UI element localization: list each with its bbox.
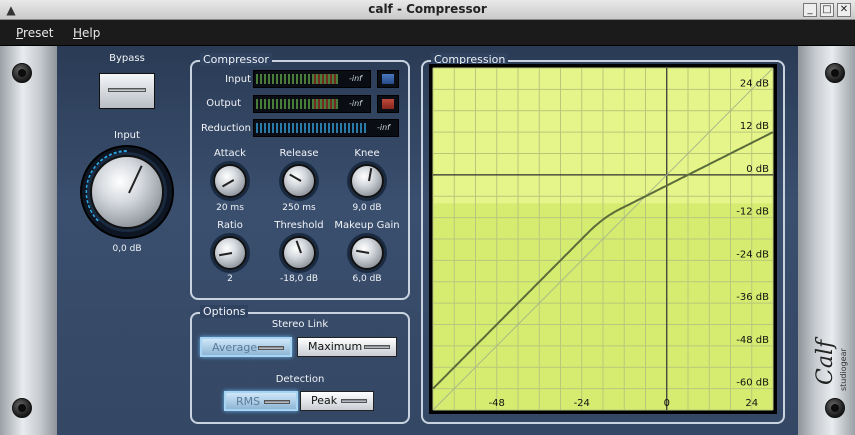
y-tick-label: -12 dB xyxy=(736,207,769,218)
meter-reduction-label: Reduction xyxy=(201,123,251,134)
bypass-label: Bypass xyxy=(109,53,145,64)
input-meter: -inf xyxy=(253,70,371,88)
makeup-gain-value: 6,0 dB xyxy=(352,274,382,284)
screw-icon xyxy=(12,63,32,83)
input-knob[interactable] xyxy=(90,155,164,229)
input-clip-led xyxy=(377,70,399,88)
reduction-meter-value: -inf xyxy=(377,123,390,132)
reduction-meter: -inf xyxy=(253,119,399,137)
detection-label: Detection xyxy=(275,374,325,385)
stereo-link-average-button[interactable]: Average xyxy=(200,337,292,357)
rack-ear-left xyxy=(0,46,57,435)
stereo-link-maximum-button[interactable]: Maximum xyxy=(297,337,397,357)
meter-input-label: Input xyxy=(225,74,251,85)
toggle-line-icon xyxy=(108,88,146,92)
window-title: calf - Compressor xyxy=(368,2,487,16)
y-tick-label: -36 dB xyxy=(736,292,769,303)
stereo-link-average-label: Average xyxy=(212,341,258,354)
threshold-value: -18,0 dB xyxy=(279,274,319,284)
input-knob-label: Input xyxy=(114,130,140,141)
x-tick-label: -48 xyxy=(489,398,505,409)
menu-preset[interactable]: Preset xyxy=(16,26,53,40)
screw-icon xyxy=(825,398,845,418)
attack-label: Attack xyxy=(214,148,246,159)
makeup-gain-knob[interactable] xyxy=(350,236,384,270)
output-meter: -inf xyxy=(253,95,371,113)
toggle-grip-icon xyxy=(341,399,367,403)
menu-bar: Preset Help xyxy=(0,20,855,46)
release-label: Release xyxy=(279,148,319,159)
output-meter-value: -inf xyxy=(349,99,362,108)
x-tick-label: -24 xyxy=(574,398,590,409)
calf-logo: Calf studiogear xyxy=(813,336,848,391)
makeup-gain-label: Makeup Gain xyxy=(334,220,400,231)
release-value: 250 ms xyxy=(282,203,316,213)
y-tick-label: 24 dB xyxy=(740,78,769,89)
x-tick-label: 0 xyxy=(664,398,670,409)
bypass-button[interactable] xyxy=(99,73,155,109)
knee-label: Knee xyxy=(354,148,380,159)
toggle-grip-icon xyxy=(364,345,390,349)
knee-knob[interactable] xyxy=(350,164,384,198)
ratio-label: Ratio xyxy=(217,220,243,231)
close-button[interactable]: ✕ xyxy=(837,3,851,17)
options-group-title: Options xyxy=(200,305,249,318)
input-knob-value: 0,0 dB xyxy=(112,244,142,254)
threshold-knob[interactable] xyxy=(282,236,316,270)
window-controls: _ □ ✕ xyxy=(803,3,851,17)
minimize-button[interactable]: _ xyxy=(803,3,817,17)
detection-rms-label: RMS xyxy=(236,395,261,408)
screw-icon xyxy=(825,63,845,83)
y-tick-label: 0 dB xyxy=(746,164,769,175)
compression-graph[interactable]: 24 dB 12 dB 0 dB -12 dB -24 dB -36 dB -48 dB -6… xyxy=(429,64,777,414)
attack-knob[interactable] xyxy=(213,164,247,198)
toggle-grip-icon xyxy=(264,400,290,404)
stereo-link-label: Stereo Link xyxy=(271,319,329,330)
toggle-grip-icon xyxy=(258,346,284,350)
ratio-knob[interactable] xyxy=(213,236,247,270)
plugin-panel: Bypass Input 0,0 dB Compressor Input -in… xyxy=(57,46,798,435)
y-tick-label: 12 dB xyxy=(740,121,769,132)
detection-peak-label: Peak xyxy=(311,394,338,407)
menu-help[interactable]: Help xyxy=(73,26,100,40)
x-tick-label: 24 xyxy=(745,398,758,409)
ratio-value: 2 xyxy=(227,274,233,284)
maximize-button[interactable]: □ xyxy=(820,3,834,17)
detection-rms-button[interactable]: RMS xyxy=(224,391,298,411)
input-meter-value: -inf xyxy=(349,74,362,83)
release-knob[interactable] xyxy=(282,164,316,198)
knee-value: 9,0 dB xyxy=(352,203,382,213)
logo-text: Calf xyxy=(813,336,838,385)
detection-peak-button[interactable]: Peak xyxy=(300,391,374,411)
title-bar: ▲ calf - Compressor _ □ ✕ xyxy=(0,0,855,20)
y-tick-label: -24 dB xyxy=(736,249,769,260)
threshold-label: Threshold xyxy=(274,220,324,231)
meter-output-label: Output xyxy=(206,98,241,109)
output-clip-led xyxy=(377,95,399,113)
y-tick-label: -48 dB xyxy=(736,335,769,346)
screw-icon xyxy=(12,398,32,418)
y-tick-label: -60 dB xyxy=(736,378,769,389)
attack-value: 20 ms xyxy=(216,203,244,213)
logo-subtext: studiogear xyxy=(839,348,848,391)
compressor-group-title: Compressor xyxy=(200,53,272,66)
stereo-link-maximum-label: Maximum xyxy=(308,340,363,353)
